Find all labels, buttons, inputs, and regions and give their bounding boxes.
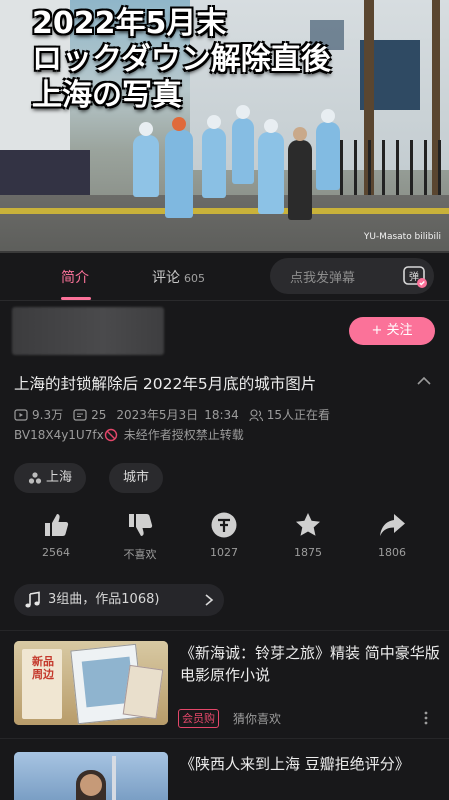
recommendation-title[interactable]: 《陕西人来到上海 豆瓣拒绝评分》 [180, 753, 440, 775]
recommendation-thumbnail[interactable]: 新品周边 [14, 641, 168, 725]
coin-count: 1027 [210, 546, 238, 559]
divider [0, 738, 449, 739]
thumbnail-text: 新品周边 [32, 655, 54, 681]
overlay-title-line-2: ロックダウン解除直後 [32, 42, 331, 77]
video-progress-bar[interactable] [0, 251, 449, 253]
star-icon [296, 513, 320, 536]
recommendation-reason: 猜你喜欢 [233, 712, 282, 726]
uploader-info-blurred[interactable] [12, 307, 164, 355]
active-tab-indicator [61, 297, 91, 300]
recommendation-title[interactable]: 《新海诚：铃芽之旅》精装 简中豪华版 电影原作小说 [180, 642, 440, 686]
share-button[interactable]: 1806 [357, 510, 427, 559]
dislike-label: 不喜欢 [123, 548, 157, 561]
video-player[interactable]: 2022年5月末 ロックダウン解除直後 上海の写真 YU-Masato bili… [0, 0, 449, 253]
thumbs-down-icon [129, 514, 153, 536]
bvid[interactable]: BV18X4y1U7fx [14, 428, 104, 442]
chevron-right-icon[interactable] [203, 592, 215, 608]
road [0, 195, 449, 253]
favorite-count: 1875 [294, 546, 322, 559]
video-stats: 9.3万 25 2023年5月3日 18:34 15人正在看 [14, 406, 330, 423]
publish-date: 2023年5月3日 [116, 408, 199, 422]
tag-shanghai[interactable]: 上海 [14, 463, 87, 493]
tab-bar: 简介 评论 605 点我发弹幕 弹 [0, 253, 449, 301]
thumbs-up-icon [45, 514, 69, 536]
video-overlay-title: 2022年5月末 ロックダウン解除直後 上海の写真 [32, 6, 331, 114]
tag-label: 城市 [123, 470, 150, 485]
music-chip[interactable]: 3组曲，作品1068) [14, 584, 224, 616]
no-repost-icon [104, 428, 117, 441]
member-shop-badge: 会员购 [178, 709, 219, 728]
music-label: 3组曲，作品1068) [48, 592, 160, 607]
like-button[interactable]: 2564 [21, 510, 91, 559]
coin-button[interactable]: 1027 [189, 510, 259, 559]
video-watermark: YU-Masato bilibili [363, 232, 441, 242]
comments-count: 605 [184, 272, 205, 285]
overlay-title-line-3: 上海の写真 [32, 78, 182, 113]
video-title: 上海的封锁解除后 2022年5月底的城市图片 [14, 375, 317, 393]
tag-city[interactable]: 城市 [109, 463, 164, 493]
more-options-icon[interactable] [422, 710, 430, 726]
overlay-title-line-1: 2022年5月末 [32, 6, 227, 41]
tag-category-icon [28, 472, 42, 484]
recommendation-thumbnail[interactable] [14, 752, 168, 800]
follow-button[interactable]: + 关注 [349, 317, 435, 345]
publish-time: 18:34 [204, 407, 239, 422]
music-note-icon [25, 591, 40, 608]
danmaku-input[interactable]: 点我发弹幕 弹 [270, 258, 434, 294]
copyright-notice: 未经作者授权禁止转载 [123, 428, 244, 442]
watching-icon [249, 408, 263, 421]
danmaku-toggle-icon[interactable]: 弹 [402, 263, 428, 289]
watching-count: 15人正在看 [266, 408, 331, 422]
chevron-up-icon[interactable] [416, 374, 432, 388]
share-count: 1806 [378, 546, 406, 559]
tab-comments-label: 评论 [152, 270, 180, 286]
divider [0, 630, 449, 631]
like-count: 2564 [42, 546, 70, 559]
dislike-button[interactable]: 不喜欢 [105, 510, 175, 562]
coin-icon [211, 512, 237, 538]
danmaku-count-icon [73, 408, 87, 421]
play-count-icon [14, 408, 28, 421]
danmaku-count: 25 [91, 407, 107, 422]
tab-comments[interactable]: 评论 605 [152, 267, 205, 287]
danmaku-placeholder: 点我发弹幕 [290, 271, 356, 286]
tab-intro[interactable]: 简介 [61, 267, 89, 287]
share-arrow-icon [380, 514, 405, 536]
view-count: 9.3万 [32, 408, 64, 422]
video-id-row: BV18X4y1U7fx 未经作者授权禁止转载 [14, 426, 244, 443]
tag-label: 上海 [46, 470, 73, 485]
favorite-button[interactable]: 1875 [273, 510, 343, 559]
